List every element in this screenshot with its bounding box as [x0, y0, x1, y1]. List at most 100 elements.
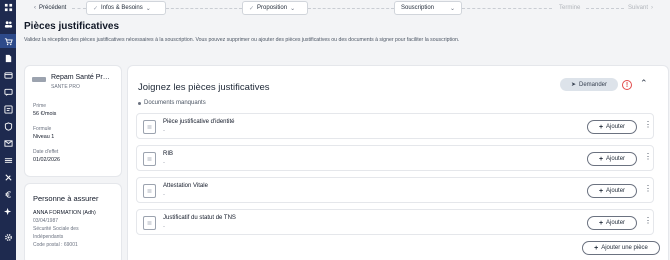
sparkle-icon[interactable]	[3, 206, 13, 216]
document-name: Attestation Vitale	[163, 183, 208, 189]
date-effet-value: 01/02/2026	[33, 157, 60, 163]
ajouter-label: Ajouter	[606, 124, 626, 130]
chevron-down-icon: ⌄	[145, 5, 151, 12]
prime-label: Prime	[33, 103, 47, 109]
chevron-right-icon: ›	[651, 5, 654, 11]
list-icon[interactable]	[3, 155, 13, 165]
gear-icon[interactable]	[3, 232, 13, 242]
insured-card: Personne à assurer ANNA FORMATION (Adh) …	[25, 184, 121, 260]
plus-icon: +	[598, 155, 604, 163]
document-row: Justificatif du statut de TNS - + Ajouter…	[136, 209, 654, 235]
step-label: Proposition	[257, 5, 288, 11]
file-icon	[143, 120, 156, 134]
add-piece-button[interactable]: + Ajouter une pièce	[582, 241, 660, 255]
document-row: RIB - + Ajouter ⋮	[136, 145, 654, 171]
mail-icon[interactable]	[3, 138, 13, 148]
ajouter-label: Ajouter	[606, 188, 626, 194]
insured-birthdate: 03/04/1987	[33, 218, 59, 224]
document-detail: -	[163, 160, 165, 166]
document-name: RIB	[163, 151, 174, 157]
missing-documents-label: Documents manquants	[144, 100, 206, 106]
step-label: Termine	[559, 5, 581, 11]
document-row: Attestation Vitale - + Ajouter ⋮	[136, 177, 654, 203]
missing-documents-header: Documents manquants	[138, 100, 206, 106]
more-vertical-icon[interactable]: ⋮	[644, 153, 652, 161]
document-icon[interactable]	[3, 53, 13, 63]
insured-regime: Sécurité Sociale des	[33, 226, 79, 232]
previous-button[interactable]: ‹ Précédent	[34, 1, 66, 15]
stepper-nav: ‹ Précédent ✓ Infos & Besoins ⌄ ✓ Propos…	[16, 0, 670, 16]
dashboard-icon[interactable]	[3, 104, 13, 114]
step-connector	[462, 8, 552, 9]
date-effet-label: Date d'effet	[33, 149, 59, 155]
step-termine: Termine	[559, 1, 580, 15]
check-icon: ✓	[249, 5, 255, 12]
product-card: Repam Santé Pr… SANTE PRO Prime 56 €/moi…	[25, 66, 121, 176]
step-connector	[166, 8, 242, 9]
more-vertical-icon[interactable]: ⋮	[644, 185, 652, 193]
chevron-up-icon[interactable]: ⌃	[640, 78, 648, 89]
chat-icon[interactable]	[3, 87, 13, 97]
page-subtitle: Validez la réception des pièces justific…	[24, 37, 460, 43]
document-row: Pièce justificative d'identité - + Ajoute…	[136, 113, 654, 139]
step-infos-besoins[interactable]: ✓ Infos & Besoins ⌄	[86, 1, 166, 15]
documents-title: Joignez les pièces justificatives	[138, 82, 270, 93]
file-icon	[143, 216, 156, 230]
document-detail: -	[163, 224, 165, 230]
shield-icon[interactable]	[3, 121, 13, 131]
step-label: Souscription	[401, 5, 435, 11]
product-category: SANTE PRO	[51, 84, 80, 90]
step-connector	[308, 8, 394, 9]
ajouter-button[interactable]: + Ajouter	[587, 120, 637, 134]
plus-icon: +	[598, 187, 604, 195]
step-connector	[72, 8, 86, 9]
insured-name: ANNA FORMATION (Adh)	[33, 210, 96, 216]
chevron-down-icon: ⌄	[290, 5, 296, 12]
ajouter-button[interactable]: + Ajouter	[587, 152, 637, 166]
document-name: Pièce justificative d'identité	[163, 119, 235, 125]
more-vertical-icon[interactable]: ⋮	[644, 217, 652, 225]
insured-regime: Indépendants	[33, 234, 64, 240]
formule-label: Formule	[33, 126, 52, 132]
insured-postal-code: Code postal : 69001	[33, 242, 78, 248]
people-icon[interactable]	[3, 19, 13, 29]
plus-icon: +	[598, 219, 604, 227]
document-name: Justificatif du statut de TNS	[163, 215, 236, 221]
check-icon: ✓	[93, 5, 99, 12]
euro-icon[interactable]	[3, 189, 13, 199]
chevron-down-icon: ⌄	[449, 5, 455, 12]
prime-value: 56 €/mois	[33, 111, 57, 117]
file-icon	[143, 184, 156, 198]
plus-icon: +	[598, 123, 604, 131]
send-icon: ➤	[570, 82, 576, 88]
folder-icon[interactable]	[3, 70, 13, 80]
file-icon	[143, 152, 156, 166]
ajouter-label: Ajouter	[606, 220, 626, 226]
step-connector	[586, 8, 624, 9]
cart-icon[interactable]	[3, 36, 13, 46]
formule-value: Niveau 1	[33, 134, 55, 140]
step-proposition[interactable]: ✓ Proposition ⌄	[242, 1, 308, 15]
insured-title: Personne à assurer	[33, 194, 99, 203]
step-souscription[interactable]: Souscription ⌄	[394, 1, 462, 15]
add-piece-label: Ajouter une pièce	[601, 245, 648, 251]
ajouter-button[interactable]: + Ajouter	[587, 216, 637, 230]
product-logo	[32, 77, 46, 82]
demander-button[interactable]: ➤ Demander	[560, 78, 618, 91]
grid-icon[interactable]	[3, 2, 13, 12]
more-vertical-icon[interactable]: ⋮	[644, 121, 652, 129]
tools-icon[interactable]	[3, 172, 13, 182]
demander-label: Demander	[579, 81, 608, 88]
warning-icon: !	[622, 80, 632, 90]
ajouter-label: Ajouter	[606, 156, 626, 162]
bullet-icon	[138, 101, 141, 105]
sidebar	[0, 0, 16, 260]
ajouter-button[interactable]: + Ajouter	[587, 184, 637, 198]
chevron-left-icon: ‹	[34, 5, 36, 11]
document-detail: -	[163, 192, 165, 198]
document-detail: -	[163, 128, 165, 134]
next-button[interactable]: Suivant ›	[628, 1, 653, 15]
previous-label: Précédent	[39, 5, 67, 11]
next-label: Suivant	[628, 5, 649, 11]
documents-card: Joignez les pièces justificatives ➤ Dema…	[128, 66, 668, 260]
